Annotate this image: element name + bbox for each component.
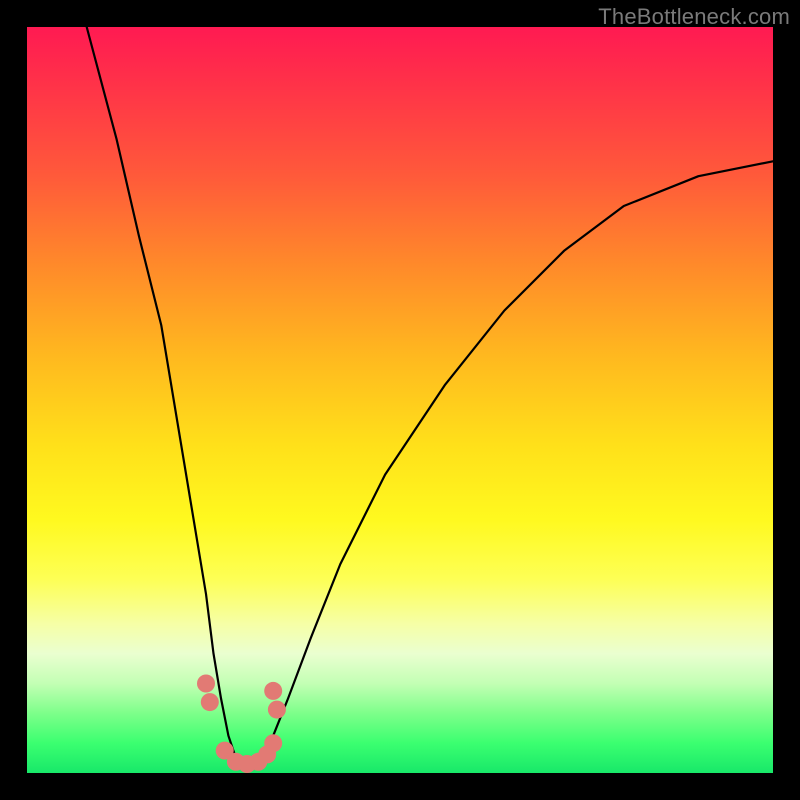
marker-dot [201,693,219,711]
bottleneck-curve [87,27,773,766]
marker-dot [264,682,282,700]
outer-frame: TheBottleneck.com [0,0,800,800]
marker-group [197,675,286,774]
marker-dot [197,675,215,693]
plot-area [27,27,773,773]
curve-svg [27,27,773,773]
marker-dot [268,701,286,719]
marker-dot [264,734,282,752]
